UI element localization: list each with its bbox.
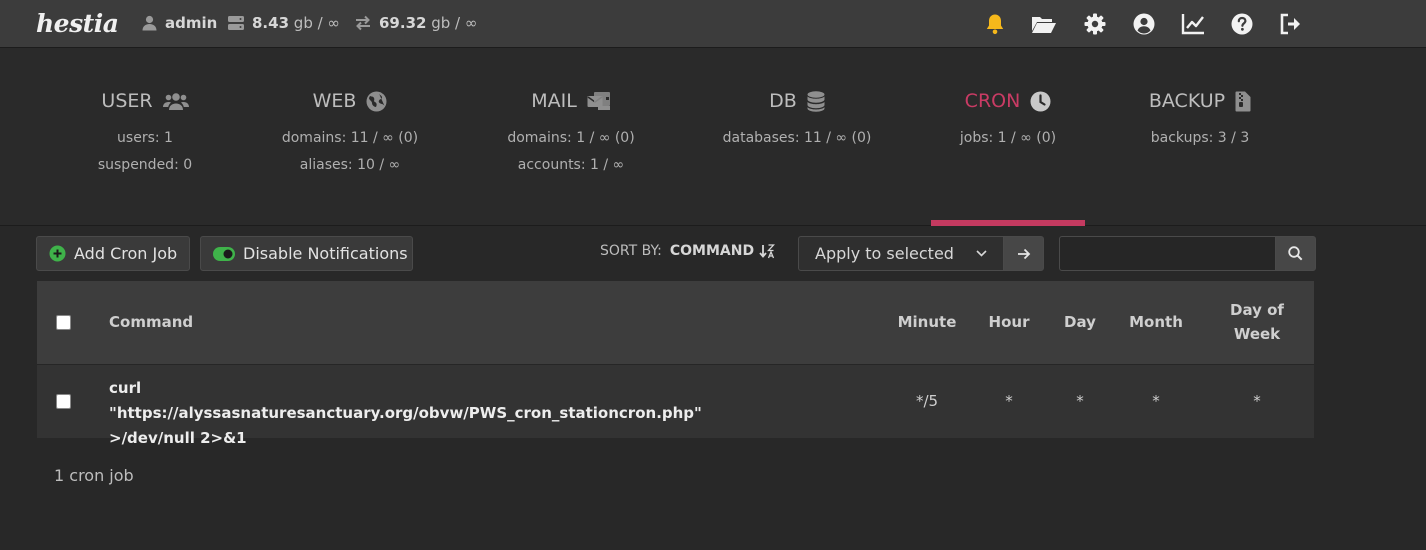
overview-panel: USER users: 1 suspended: 0 WEB domains: …: [0, 48, 1426, 226]
help-icon[interactable]: [1229, 11, 1255, 37]
cron-command[interactable]: curl "https://alyssasnaturesanctuary.org…: [109, 376, 709, 451]
chart-line-icon[interactable]: [1180, 11, 1206, 37]
table-row: curl "https://alyssasnaturesanctuary.org…: [37, 365, 1314, 447]
overview-cron-title: CRON: [964, 90, 1021, 112]
search-button[interactable]: [1275, 236, 1316, 271]
cron-day-of-week: *: [1253, 392, 1261, 410]
header-hour: Hour: [988, 313, 1030, 331]
overview-web-title: WEB: [312, 90, 357, 112]
bulk-action-select[interactable]: Apply to selected: [798, 236, 1004, 271]
bandwidth-unit: gb / ∞: [431, 14, 478, 32]
transfer-arrows-icon: [354, 14, 372, 32]
bulk-action-value: Apply to selected: [815, 244, 954, 263]
add-cron-job-label: Add Cron Job: [74, 244, 178, 263]
header-day: Day: [1064, 313, 1096, 331]
users-icon: [162, 91, 189, 111]
database-icon: [807, 90, 825, 112]
bandwidth-value: 69.32: [379, 14, 427, 32]
overview-mail-line2: accounts: 1 / ∞: [517, 157, 625, 173]
row-checkbox[interactable]: [56, 394, 71, 409]
disk-stat: 8.43 gb / ∞: [227, 12, 340, 34]
overview-web[interactable]: WEB domains: 11 / ∞ (0) aliases: 10 / ∞: [225, 86, 475, 179]
overview-web-line2: aliases: 10 / ∞: [299, 157, 401, 173]
overview-mail-title: MAIL: [531, 90, 577, 112]
overview-backup[interactable]: BACKUP backups: 3 / 3: [1075, 86, 1325, 152]
overview-web-line1: domains: 11 / ∞ (0): [281, 130, 419, 146]
username: admin: [165, 14, 218, 32]
arrow-right-icon: [1017, 248, 1031, 260]
sort-by-dropdown[interactable]: COMMAND: [669, 243, 776, 259]
add-cron-job-button[interactable]: Add Cron Job: [36, 236, 190, 271]
user-stat[interactable]: admin: [140, 12, 217, 34]
overview-db-title: DB: [769, 90, 797, 112]
overview-backup-title: BACKUP: [1148, 90, 1226, 112]
header-command: Command: [109, 313, 194, 331]
disable-notifications-label: Disable Notifications: [243, 244, 408, 263]
cron-day: *: [1076, 392, 1084, 410]
bell-icon[interactable]: [982, 11, 1008, 37]
cron-hour: *: [1005, 392, 1013, 410]
folder-icon[interactable]: [1031, 11, 1057, 37]
mail-bulk-icon: [587, 91, 611, 111]
table-header: Command Minute Hour Day Month Day of Wee…: [37, 281, 1314, 365]
hard-drive-icon: [227, 14, 245, 32]
user-icon: [140, 14, 158, 32]
cron-job-count: 1 cron job: [54, 466, 134, 485]
chevron-down-icon: [976, 250, 987, 257]
active-tab-indicator: [931, 220, 1085, 226]
search-input[interactable]: [1059, 236, 1276, 271]
overview-backup-line1: backups: 3 / 3: [1150, 130, 1250, 146]
disk-value: 8.43: [252, 14, 290, 32]
clock-icon: [1030, 91, 1051, 112]
search-icon: [1288, 246, 1303, 261]
overview-user-title: USER: [101, 90, 153, 112]
gear-icon[interactable]: [1082, 11, 1108, 37]
bandwidth-stat: 69.32 gb / ∞: [354, 12, 477, 34]
header-day-of-week: Day of Week: [1230, 301, 1284, 343]
disable-notifications-button[interactable]: Disable Notifications: [200, 236, 413, 271]
header-minute: Minute: [897, 313, 957, 331]
top-bar: hestia admin 8.43 gb / ∞ 69.32 gb / ∞: [0, 0, 1426, 48]
cron-minute: */5: [915, 392, 939, 410]
cron-month: *: [1152, 392, 1160, 410]
disk-unit: gb / ∞: [293, 14, 340, 32]
overview-mail-line1: domains: 1 / ∞ (0): [507, 130, 635, 146]
apply-bulk-action-button[interactable]: [1003, 236, 1044, 271]
plus-circle-icon: [49, 245, 66, 262]
sort-by-value: COMMAND: [669, 243, 755, 259]
header-month: Month: [1129, 313, 1183, 331]
sort-by-label: SORT BY:: [600, 243, 662, 259]
file-zipper-icon: [1235, 91, 1251, 112]
globe-icon: [366, 91, 387, 112]
user-circle-icon[interactable]: [1131, 11, 1157, 37]
hestia-logo[interactable]: hestia: [36, 4, 119, 44]
toggle-on-icon: [213, 246, 235, 261]
overview-mail[interactable]: MAIL domains: 1 / ∞ (0) accounts: 1 / ∞: [446, 86, 696, 179]
sort-by: SORT BY: COMMAND: [600, 243, 776, 259]
sort-arrows-icon: [759, 243, 776, 259]
logout-icon[interactable]: [1278, 11, 1304, 37]
select-all-checkbox[interactable]: [56, 315, 71, 330]
